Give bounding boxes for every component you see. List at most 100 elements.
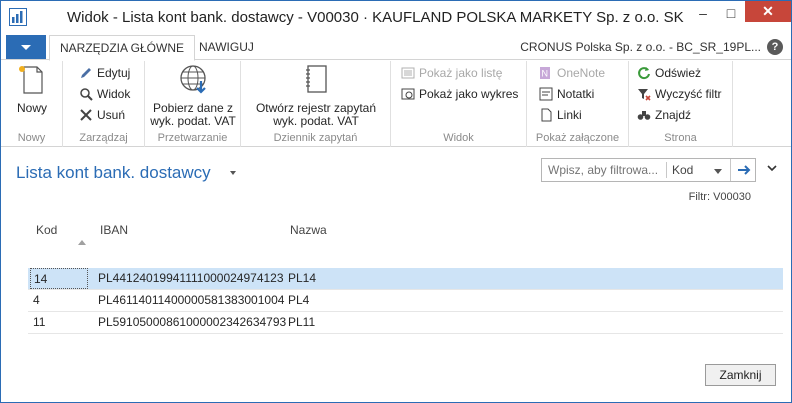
tab-home[interactable]: NARZĘDZIA GŁÓWNE [49, 35, 196, 61]
delete-button[interactable]: Usuń [79, 105, 125, 125]
cell-code: 4 [33, 293, 40, 307]
show-as-list-button[interactable]: Pokaż jako listę [401, 63, 502, 83]
tab-navigate[interactable]: NAWIGUJ [189, 35, 264, 61]
show-as-chart-button[interactable]: Pokaż jako wykres [401, 84, 518, 104]
group-label-attached: Pokaż załączone [535, 132, 620, 144]
edit-button[interactable]: Edytuj [79, 63, 130, 83]
cell-name: PL14 [288, 271, 317, 285]
clear-filter-label: Wyczyść filtr [655, 87, 722, 101]
group-attached: N OneNote Notatki Linki Pokaż załączone [527, 61, 629, 147]
filter-apply-button[interactable] [730, 159, 756, 181]
view-label: Widok [97, 87, 131, 101]
fetch-label-line2: wyk. podat. VAT [150, 114, 236, 128]
globe-download-icon [180, 65, 206, 94]
group-process: Pobierz dane z wyk. podat. VAT Przetwarz… [145, 61, 241, 147]
notes-button[interactable]: Notatki [539, 84, 594, 104]
table-row[interactable]: 14 PL44124019941111000024974123 PL14 [28, 268, 783, 290]
title-bar: Widok - Lista kont bank. dostawcy - V000… [1, 1, 791, 33]
group-label-log: Dziennik zapytań [273, 132, 358, 144]
cell-iban: PL44124019941111000024974123 [98, 271, 284, 285]
table-row[interactable]: 4 PL46114011400000581383001004 PL4 [28, 290, 783, 312]
ribbon-tabs: NARZĘDZIA GŁÓWNE NAWIGUJ CRONUS Polska S… [1, 33, 791, 61]
pencil-icon [81, 68, 91, 78]
column-header-code[interactable]: Kod [36, 223, 57, 237]
group-new: Nowy Nowy [1, 61, 63, 147]
table-row[interactable]: 11 PL59105000861000002342634793 PL11 [28, 312, 783, 334]
find-button[interactable]: Znajdź [637, 105, 691, 125]
cell-iban: PL46114011400000581383001004 [98, 293, 285, 307]
chart-view-icon [401, 88, 415, 100]
group-label-process: Przetwarzanie [157, 132, 228, 144]
collapse-chevron-icon[interactable] [767, 163, 777, 173]
cell-name: PL4 [288, 293, 310, 307]
app-icon [9, 8, 27, 26]
window-title: Widok - Lista kont bank. dostawcy - V000… [67, 9, 684, 26]
ribbon: Nowy Nowy Edytuj Widok Usuń Zarządzaj Po… [1, 61, 791, 147]
arrow-right-icon [738, 165, 751, 175]
list-view-icon [401, 67, 415, 79]
show-as-chart-label: Pokaż jako wykres [419, 87, 519, 101]
column-header-name[interactable]: Nazwa [290, 223, 327, 237]
group-label-new: Nowy [17, 132, 46, 144]
onenote-label: OneNote [557, 66, 606, 80]
new-document-icon [19, 66, 43, 94]
cell-code: 11 [33, 315, 46, 329]
refresh-label: Odśwież [655, 66, 702, 80]
filter-field-select[interactable]: Kod [672, 163, 693, 177]
link-document-icon [541, 108, 552, 122]
maximize-button[interactable]: □ [717, 1, 745, 25]
group-log: Otwórz rejestr zapytań wyk. podat. VAT D… [241, 61, 391, 147]
close-button[interactable]: Zamknij [705, 364, 776, 386]
new-label: Nowy [16, 101, 47, 115]
filter-box: Kod [541, 158, 756, 182]
open-log-label-line2: wyk. podat. VAT [273, 114, 359, 128]
application-window: Widok - Lista kont bank. dostawcy - V000… [0, 0, 792, 403]
close-window-button[interactable]: ✕ [745, 1, 791, 22]
cell-iban: PL59105000861000002342634793 [98, 315, 287, 329]
page-title[interactable]: Lista kont bank. dostawcy [16, 163, 211, 183]
filter-input[interactable] [542, 159, 666, 181]
column-header-iban[interactable]: IBAN [100, 223, 128, 237]
svg-text:N: N [542, 69, 549, 79]
new-button[interactable]: Nowy [9, 63, 55, 115]
group-label-manage: Zarządzaj [79, 132, 128, 144]
onenote-icon: N [540, 67, 550, 79]
app-menu-button[interactable] [6, 35, 46, 59]
notes-label: Notatki [557, 87, 595, 101]
minimize-button[interactable]: – [689, 1, 717, 25]
delete-x-icon [80, 109, 92, 121]
show-as-list-label: Pokaż jako listę [419, 66, 503, 80]
filter-separator [666, 162, 667, 178]
clear-filter-button[interactable]: Wyczyść filtr [637, 84, 722, 104]
refresh-button[interactable]: Odśwież [637, 63, 701, 83]
open-vat-log-button[interactable]: Otwórz rejestr zapytań wyk. podat. VAT [249, 63, 383, 128]
group-page: Odśwież Wyczyść filtr Znajdź Strona [629, 61, 733, 147]
view-button[interactable]: Widok [79, 84, 130, 104]
chevron-down-icon[interactable] [230, 171, 236, 175]
links-label: Linki [557, 108, 582, 122]
group-manage: Edytuj Widok Usuń Zarządzaj [63, 61, 145, 147]
links-button[interactable]: Linki [539, 105, 582, 125]
clear-filter-icon [638, 89, 651, 101]
group-view: Pokaż jako listę Pokaż jako wykres Widok [391, 61, 527, 147]
delete-label: Usuń [97, 108, 126, 122]
fetch-vat-data-button[interactable]: Pobierz dane z wyk. podat. VAT [149, 63, 237, 128]
notebook-icon [306, 65, 327, 93]
cell-name: PL11 [288, 315, 316, 329]
find-label: Znajdź [655, 108, 692, 122]
cell-code: 14 [30, 268, 88, 289]
binoculars-icon [637, 111, 651, 120]
dropdown-caret-icon[interactable] [714, 169, 722, 174]
group-label-view: Widok [443, 132, 474, 144]
notes-icon [539, 87, 553, 101]
group-label-page: Strona [664, 132, 697, 144]
onenote-button[interactable]: N OneNote [539, 63, 605, 83]
magnifier-icon [80, 88, 93, 101]
company-name[interactable]: CRONUS Polska Sp. z o.o. - BC_SR_19PL... [520, 40, 761, 54]
filter-info: Filtr: V00030 [688, 191, 751, 203]
edit-label: Edytuj [97, 66, 131, 80]
refresh-icon [638, 67, 650, 80]
help-icon[interactable]: ? [767, 39, 783, 55]
bank-accounts-table: 14 PL44124019941111000024974123 PL14 4 P… [28, 268, 783, 334]
sort-ascending-icon [78, 240, 86, 245]
